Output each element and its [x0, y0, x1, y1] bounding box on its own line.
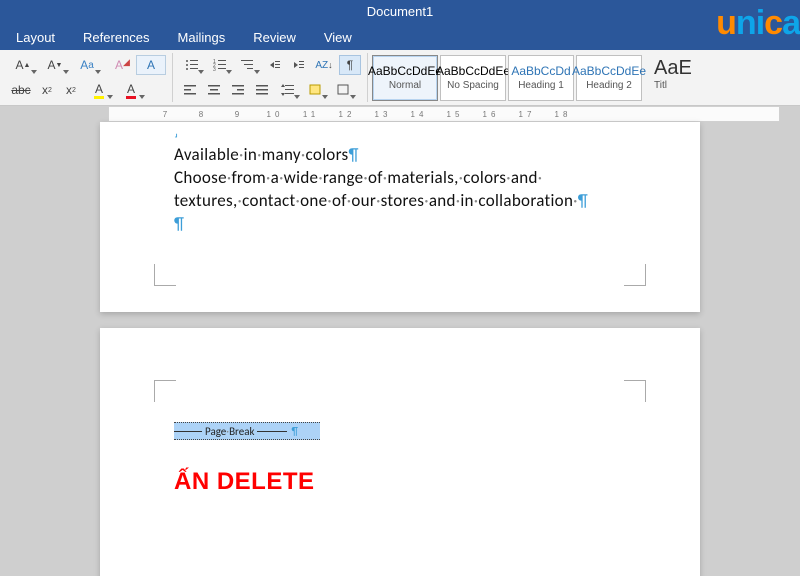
menubar-item-review[interactable]: Review [239, 26, 310, 49]
strikethrough-button[interactable]: abc [8, 80, 34, 100]
increase-indent-button[interactable] [287, 55, 309, 75]
margin-mark-icon [624, 380, 646, 402]
style-sample: AaBbCcDdEe [436, 64, 510, 78]
ruler-mark: 8 [185, 110, 221, 119]
align-left-button[interactable] [179, 80, 201, 100]
decrease-indent-button[interactable] [263, 55, 285, 75]
style-card-heading-2[interactable]: AaBbCcDdEeHeading 2 [576, 55, 642, 101]
ruler-mark: 14 [401, 110, 437, 119]
style-label: Normal [389, 80, 421, 91]
menubar: LayoutReferencesMailingsReviewView [0, 24, 800, 50]
style-card-heading-1[interactable]: AaBbCcDd Heading 1 [508, 55, 574, 101]
ruler-mark: 10 [257, 110, 293, 119]
document-title: Document1 [367, 4, 433, 19]
shading-button[interactable] [303, 80, 329, 100]
svg-text:3: 3 [213, 67, 216, 71]
style-sample: AaBbCcDd [511, 64, 570, 78]
menubar-item-layout[interactable]: Layout [2, 26, 69, 49]
ruler-mark: 17 [509, 110, 545, 119]
clear-formatting-button[interactable]: A◢ [104, 55, 134, 75]
horizontal-ruler[interactable]: 789101112131415161718 [108, 106, 780, 122]
borders-button[interactable] [331, 80, 357, 100]
style-card-normal[interactable]: AaBbCcDdEeNormal [372, 55, 438, 101]
subscript-button[interactable]: x2 [36, 80, 58, 100]
tab-mark-icon: ⸥ [174, 128, 178, 139]
style-label: No Spacing [447, 80, 499, 91]
ruler-mark: 13 [365, 110, 401, 119]
sort-button[interactable]: AZ↓ [311, 55, 337, 75]
ruler-mark: 7 [149, 110, 185, 119]
style-card-no-spacing[interactable]: AaBbCcDdEeNo Spacing [440, 55, 506, 101]
margin-mark-icon [154, 380, 176, 402]
document-canvas: 789101112131415161718 ⸥ Available·in·man… [0, 106, 800, 576]
justify-button[interactable] [251, 80, 273, 100]
line-spacing-button[interactable] [275, 80, 301, 100]
numbering-button[interactable]: 123 [207, 55, 233, 75]
menubar-item-references[interactable]: References [69, 26, 163, 49]
ruler-mark: 18 [545, 110, 581, 119]
bullets-button[interactable] [179, 55, 205, 75]
style-sample: AaBbCcDdEe [368, 64, 442, 78]
style-label: Heading 2 [586, 80, 632, 91]
page-2[interactable]: Page·Break ¶ ẤN DELETE [100, 328, 700, 576]
document-body-text[interactable]: Available·in·many·colors¶ Choose·from·a·… [174, 144, 640, 236]
menubar-item-view[interactable]: View [310, 26, 366, 49]
show-paragraph-marks-button[interactable]: ¶ [339, 55, 361, 75]
styles-pane-button[interactable]: A [136, 55, 166, 75]
multilevel-list-button[interactable] [235, 55, 261, 75]
annotation-press-delete: ẤN DELETE [174, 468, 315, 496]
align-center-button[interactable] [203, 80, 225, 100]
menubar-item-mailings[interactable]: Mailings [164, 26, 240, 49]
titlebar: Document1 [0, 0, 800, 24]
style-sample: AaBbCcDdEe [572, 64, 646, 78]
font-size-decrease-button[interactable]: A▼ [40, 55, 70, 75]
title-style-card[interactable]: AaE Titl [648, 53, 698, 102]
font-size-increase-button[interactable]: A▲ [8, 55, 38, 75]
change-case-button[interactable]: Aa [72, 55, 102, 75]
ribbon: A▲ A▼ Aa A◢ A abc x2 x2 A A 123 AZ↓ ¶ [0, 50, 800, 106]
ruler-mark: 11 [293, 110, 329, 119]
margin-mark-icon [154, 264, 176, 286]
page-1[interactable]: ⸥ Available·in·many·colors¶ Choose·from·… [100, 122, 700, 312]
font-group: A▲ A▼ Aa A◢ A abc x2 x2 A A [2, 53, 173, 102]
ruler-mark: 15 [437, 110, 473, 119]
ruler-mark: 9 [221, 110, 257, 119]
font-color-button[interactable]: A [116, 80, 146, 100]
styles-group: AaBbCcDdEeNormalAaBbCcDdEeNo SpacingAaBb… [368, 53, 648, 102]
page-break-selection[interactable]: Page·Break ¶ [174, 422, 320, 440]
paragraph-group: 123 AZ↓ ¶ [173, 53, 368, 102]
ruler-mark: 12 [329, 110, 365, 119]
superscript-button[interactable]: x2 [60, 80, 82, 100]
highlight-color-button[interactable]: A [84, 80, 114, 100]
margin-mark-icon [624, 264, 646, 286]
ruler-mark: 16 [473, 110, 509, 119]
align-right-button[interactable] [227, 80, 249, 100]
style-label: Heading 1 [518, 80, 564, 91]
